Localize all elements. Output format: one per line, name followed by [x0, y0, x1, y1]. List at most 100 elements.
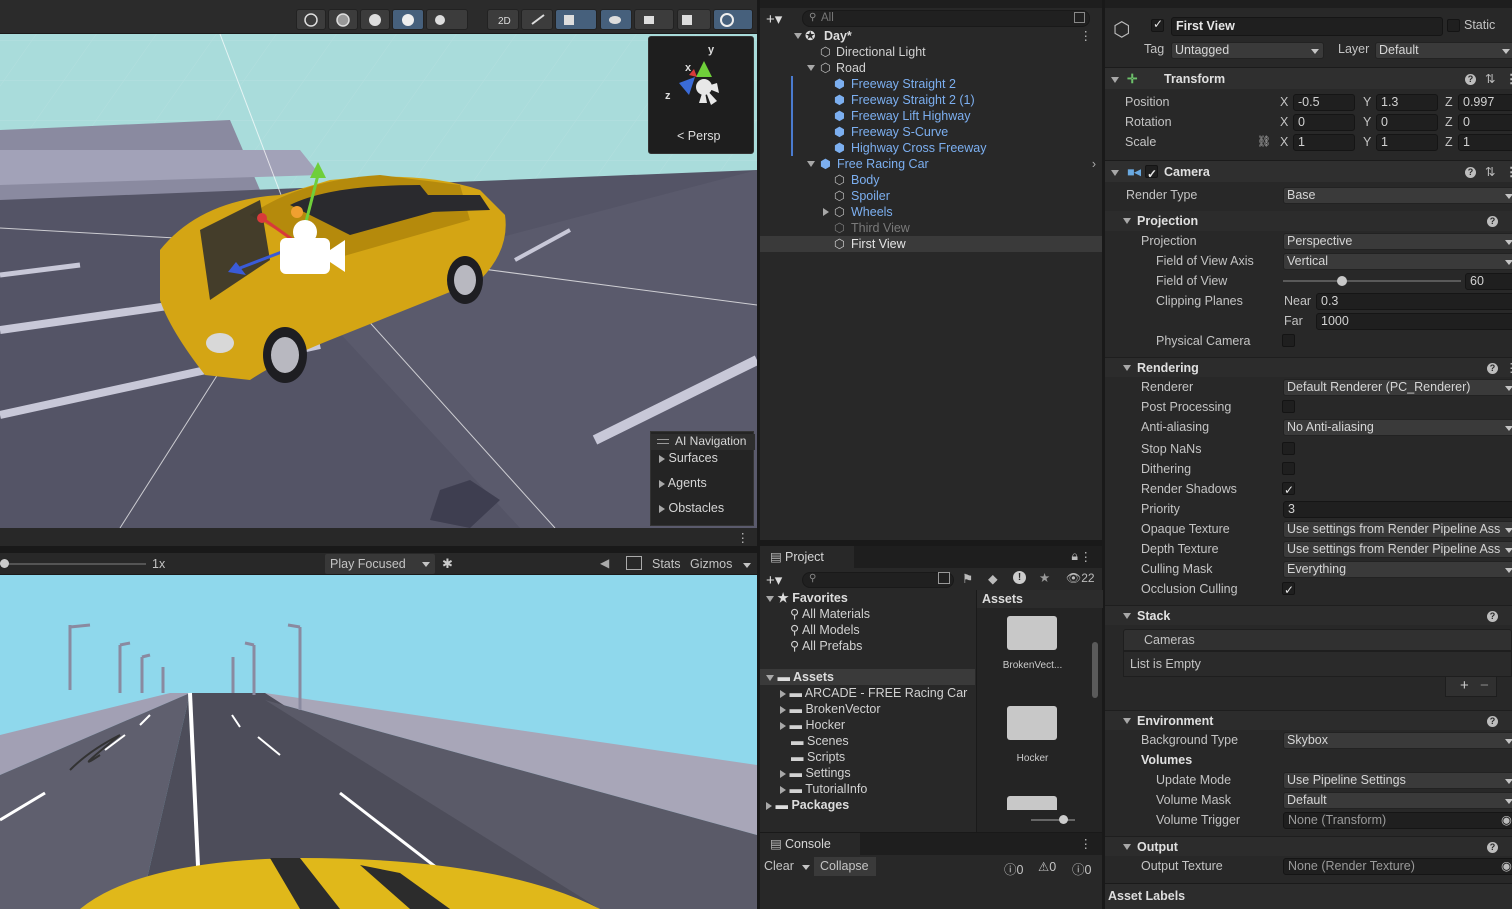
position-y-field[interactable]: 1.3: [1376, 94, 1438, 111]
ai-navigation-header[interactable]: AI Navigation: [651, 434, 755, 450]
near-clip-field[interactable]: 0.3: [1316, 293, 1512, 310]
object-picker-icon[interactable]: ◉: [1501, 810, 1512, 830]
folder-hocker[interactable]: ▬ Hocker: [780, 717, 845, 733]
favorites-all-models[interactable]: ⚲ All Models: [790, 622, 860, 638]
output-section-header[interactable]: Output ?: [1105, 836, 1512, 856]
rendering-section-header[interactable]: Rendering ? ⋮: [1105, 357, 1512, 377]
more-options-icon[interactable]: ⋮: [737, 530, 750, 545]
occlusion-culling-checkbox[interactable]: [1282, 580, 1295, 600]
hierarchy-item-road[interactable]: ⬡ Road: [760, 60, 1102, 76]
folder-icon[interactable]: [1007, 616, 1057, 650]
hierarchy-item-first-view[interactable]: ⬡ First View: [760, 236, 1102, 252]
projection-dropdown[interactable]: Perspective: [1283, 233, 1512, 250]
game-view[interactable]: [0, 575, 757, 909]
folder-arcade[interactable]: ▬ ARCADE - FREE Racing Car: [780, 685, 967, 701]
add-object-button[interactable]: +▾: [766, 10, 782, 28]
expand-arrow-icon[interactable]: [794, 33, 802, 39]
environment-section-header[interactable]: Environment ?: [1105, 710, 1512, 730]
search-by-type-icon[interactable]: [938, 572, 950, 584]
remove-camera-button[interactable]: −: [1480, 677, 1489, 694]
ai-nav-surfaces[interactable]: Surfaces: [659, 451, 718, 465]
icon-size-slider[interactable]: [1031, 819, 1075, 821]
help-icon[interactable]: ?: [1487, 842, 1498, 853]
favorites-header[interactable]: ★ Favorites: [766, 590, 848, 606]
physical-camera-checkbox[interactable]: [1282, 334, 1295, 347]
stack-section-header[interactable]: Stack ?: [1105, 605, 1512, 625]
hierarchy-item-freeway-straight-2-1[interactable]: ⬢ Freeway Straight 2 (1): [760, 92, 1102, 108]
help-icon[interactable]: ?: [1487, 363, 1498, 374]
tab-console[interactable]: ▤ Console: [760, 833, 860, 855]
priority-field[interactable]: 3: [1283, 501, 1512, 518]
warning-count[interactable]: ⚠0: [1038, 859, 1056, 874]
project-menu-icon[interactable]: ⋮: [1080, 549, 1093, 564]
position-z-field[interactable]: 0.997: [1458, 94, 1512, 111]
packages-root[interactable]: ▬ Packages: [766, 797, 849, 813]
warnings-filter-icon[interactable]: !: [1013, 571, 1026, 584]
help-icon[interactable]: ?: [1487, 716, 1498, 727]
hierarchy-item-free-racing-car[interactable]: ⬢ Free Racing Car ›: [760, 156, 1102, 172]
fov-slider-thumb[interactable]: [1336, 276, 1347, 286]
component-menu-icon[interactable]: ⋮: [1505, 68, 1512, 90]
asset-labels-bar[interactable]: Asset Labels: [1105, 883, 1512, 909]
folder-tutorialinfo[interactable]: ▬ TutorialInfo: [780, 781, 867, 797]
folder-scripts[interactable]: ▬ Scripts: [791, 749, 845, 765]
favorite-star-icon[interactable]: ★: [1039, 570, 1050, 585]
stats-button[interactable]: Stats: [652, 557, 681, 571]
layer-dropdown[interactable]: Default: [1375, 42, 1512, 59]
project-search-input[interactable]: ⚲: [802, 572, 954, 588]
fov-field[interactable]: 60: [1465, 273, 1512, 290]
tag-dropdown[interactable]: Untagged: [1171, 42, 1324, 59]
gizmos-chevron-icon[interactable]: [743, 563, 751, 568]
folder-settings[interactable]: ▬ Settings: [780, 765, 851, 781]
volume-mask-dropdown[interactable]: Default: [1283, 792, 1512, 809]
camera-header[interactable]: ■◂ Camera ? ⇅ ⋮: [1105, 160, 1512, 185]
favorites-all-prefabs[interactable]: ⚲ All Prefabs: [790, 638, 862, 654]
gizmos-button[interactable]: Gizmos: [690, 557, 732, 571]
clear-options-chevron-icon[interactable]: [802, 865, 810, 870]
help-icon[interactable]: ?: [1465, 167, 1476, 178]
clear-button[interactable]: Clear: [764, 859, 794, 873]
renderer-dropdown[interactable]: Default Renderer (PC_Renderer): [1283, 379, 1512, 396]
help-icon[interactable]: ?: [1487, 611, 1498, 622]
position-x-field[interactable]: -0.5: [1293, 94, 1355, 111]
scale-x-field[interactable]: 1: [1293, 134, 1355, 151]
folder-icon[interactable]: [1007, 706, 1057, 740]
hierarchy-item-spoiler[interactable]: ⬡ Spoiler: [760, 188, 1102, 204]
grid-item-brokenvector[interactable]: BrokenVect...: [985, 660, 1080, 671]
projection-section-header[interactable]: Projection ?: [1105, 211, 1512, 231]
grid-item-hocker[interactable]: Hocker: [985, 753, 1080, 764]
help-icon[interactable]: ?: [1465, 74, 1476, 85]
scale-slider[interactable]: [0, 563, 146, 565]
hierarchy-item-third-view[interactable]: ⬡ Third View: [760, 220, 1102, 236]
hierarchy-item-freeway-straight-2[interactable]: ⬢ Freeway Straight 2: [760, 76, 1102, 92]
help-icon[interactable]: ?: [1487, 216, 1498, 227]
render-type-dropdown[interactable]: Base: [1283, 187, 1512, 204]
culling-mask-dropdown[interactable]: Everything: [1283, 561, 1512, 578]
expand-arrow-icon[interactable]: [807, 65, 815, 71]
dithering-checkbox[interactable]: [1282, 462, 1295, 475]
component-menu-icon[interactable]: ⋮: [1505, 161, 1512, 183]
preset-icon[interactable]: ⇅: [1485, 68, 1495, 90]
play-mode-dropdown[interactable]: Play Focused: [325, 554, 435, 574]
add-camera-button[interactable]: +: [1460, 677, 1469, 694]
scene-menu-icon[interactable]: ⋮: [1080, 28, 1093, 44]
hierarchy-item-body[interactable]: ⬡ Body: [760, 172, 1102, 188]
depth-texture-dropdown[interactable]: Use settings from Render Pipeline Ass: [1283, 541, 1512, 558]
output-texture-field[interactable]: None (Render Texture): [1283, 858, 1512, 875]
scene-view[interactable]: 2D y x z < Persp AI Navigation Surfaces …: [0, 0, 757, 546]
anti-aliasing-dropdown[interactable]: No Anti-aliasing: [1283, 419, 1512, 436]
transform-header[interactable]: ✛ Transform ? ⇅ ⋮: [1105, 67, 1512, 89]
object-name-field[interactable]: First View: [1171, 17, 1443, 36]
log-count[interactable]: ⓘ0: [1004, 859, 1023, 878]
scale-slider-thumb[interactable]: [0, 559, 9, 568]
scene-root-row[interactable]: ✪ Day* ⋮: [760, 28, 1102, 44]
rotation-x-field[interactable]: 0: [1293, 114, 1355, 131]
persp-label[interactable]: < Persp: [677, 129, 720, 143]
gameobject-icon[interactable]: ⬡: [1113, 17, 1130, 42]
fov-axis-dropdown[interactable]: Vertical: [1283, 253, 1512, 270]
ai-nav-agents[interactable]: Agents: [659, 476, 707, 490]
tab-project[interactable]: ▤ Project: [760, 546, 854, 568]
expand-arrow-icon[interactable]: [807, 161, 815, 167]
open-prefab-icon[interactable]: ›: [1092, 156, 1096, 172]
hierarchy-item-directional-light[interactable]: ⬡ Directional Light: [760, 44, 1102, 60]
